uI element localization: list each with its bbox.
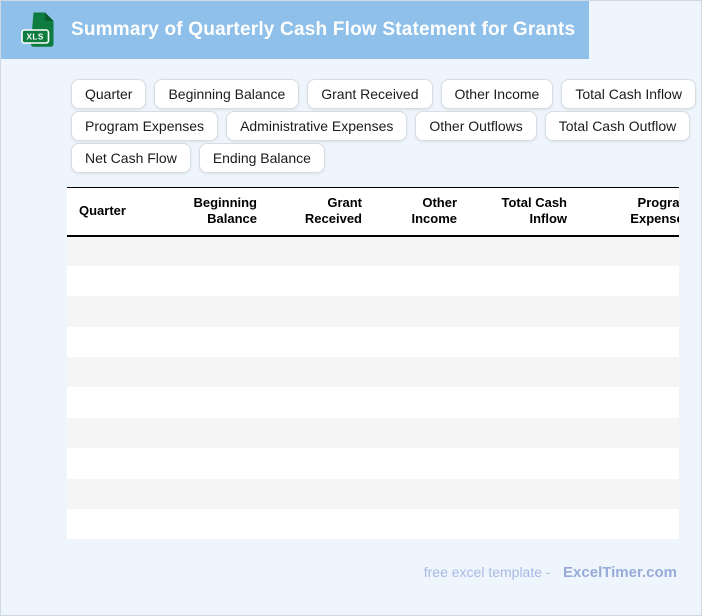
table-cell — [368, 326, 463, 358]
column-chip-administrative-expenses[interactable]: Administrative Expenses — [226, 111, 408, 141]
page-title: Summary of Quarterly Cash Flow Statement… — [71, 19, 576, 40]
table-row — [67, 509, 679, 540]
table-cell — [67, 478, 167, 510]
table-cell — [573, 326, 679, 358]
column-chip-quarter[interactable]: Quarter — [71, 79, 147, 109]
table-scroll-area[interactable]: Quarter Beginning Balance Grant Received Ot… — [67, 187, 679, 540]
table-cell — [463, 509, 573, 540]
table-cell — [263, 357, 368, 388]
column-chip-list: Quarter Beginning Balance Grant Received Ot… — [71, 79, 701, 173]
column-chip-other-outflows[interactable]: Other Outflows — [415, 111, 537, 141]
table-cell — [263, 387, 368, 418]
column-chip-total-cash-inflow[interactable]: Total Cash Inflow — [561, 79, 696, 109]
table-cell — [167, 296, 263, 327]
table-row — [67, 417, 679, 449]
table-cell — [167, 265, 263, 297]
table-row — [67, 265, 679, 297]
column-chip-net-cash-flow[interactable]: Net Cash Flow — [71, 143, 191, 173]
table-cell — [368, 265, 463, 297]
table-cell — [368, 235, 463, 266]
table-cell — [167, 448, 263, 479]
table-cell — [463, 387, 573, 418]
column-chip-grant-received[interactable]: Grant Received — [307, 79, 433, 109]
table-cell — [67, 326, 167, 358]
table-cell — [368, 417, 463, 449]
table-cell — [573, 235, 679, 266]
table-row — [67, 448, 679, 479]
column-chip-program-expenses[interactable]: Program Expenses — [71, 111, 219, 141]
table-row — [67, 387, 679, 418]
table-cell — [368, 357, 463, 388]
table-cell — [67, 296, 167, 327]
table-cell — [67, 509, 167, 540]
table-cell — [573, 417, 679, 449]
table-cell — [368, 387, 463, 418]
column-header-quarter: Quarter — [67, 187, 167, 237]
table-cell — [67, 417, 167, 449]
table-cell — [573, 265, 679, 297]
table-cell — [263, 448, 368, 479]
table-cell — [573, 509, 679, 540]
table-row — [67, 326, 679, 358]
table-cell — [263, 509, 368, 540]
table-cell — [573, 448, 679, 479]
table-cell — [167, 509, 263, 540]
xls-icon-label: XLS — [26, 33, 43, 42]
column-header-beginning-balance: Beginning Balance — [167, 187, 263, 237]
table-cell — [263, 326, 368, 358]
table-cell — [263, 296, 368, 327]
table-cell — [167, 387, 263, 418]
table-cell — [573, 387, 679, 418]
table-cell — [368, 478, 463, 510]
table-cell — [67, 387, 167, 418]
table-cell — [167, 357, 263, 388]
table-cell — [573, 357, 679, 388]
footer-text: free excel template - — [423, 564, 551, 581]
column-chip-other-income[interactable]: Other Income — [440, 79, 554, 109]
table-cell — [368, 448, 463, 479]
footer: free excel template - ExcelTimer.com — [1, 564, 701, 582]
footer-brand-link[interactable]: ExcelTimer.com — [563, 564, 677, 581]
table-cell — [167, 417, 263, 449]
column-header-other-income: Other Income — [368, 187, 463, 237]
xls-file-icon: XLS — [21, 12, 54, 47]
table-cell — [167, 478, 263, 510]
table-cell — [463, 265, 573, 297]
table-cell — [463, 235, 573, 266]
table-cell — [573, 478, 679, 510]
column-chip-ending-balance[interactable]: Ending Balance — [198, 143, 325, 173]
column-header-total-cash-inflow: Total Cash Inflow — [463, 187, 573, 237]
table-header-row: Quarter Beginning Balance Grant Received Ot… — [67, 187, 679, 237]
table-cell — [263, 478, 368, 510]
table-cell — [368, 296, 463, 327]
table-cell — [463, 326, 573, 358]
column-header-program-expenses: Program Expenses — [573, 187, 679, 237]
table-cell — [573, 296, 679, 327]
table-cell — [368, 509, 463, 540]
table-cell — [67, 235, 167, 266]
table-cell — [463, 417, 573, 449]
table-cell — [67, 265, 167, 297]
table-row — [67, 235, 679, 266]
table-cell — [167, 326, 263, 358]
table-cell — [463, 448, 573, 479]
table-row — [67, 296, 679, 327]
table-cell — [463, 296, 573, 327]
table-row — [67, 478, 679, 510]
title-bar: XLS Summary of Quarterly Cash Flow State… — [1, 1, 589, 59]
cash-flow-table: Quarter Beginning Balance Grant Received Ot… — [67, 187, 679, 540]
table-cell — [263, 235, 368, 266]
table-cell — [67, 357, 167, 388]
table-cell — [167, 235, 263, 266]
table-cell — [463, 478, 573, 510]
table-cell — [463, 357, 573, 388]
table-cell — [263, 265, 368, 297]
table-cell — [263, 417, 368, 449]
page: XLS Summary of Quarterly Cash Flow State… — [0, 0, 702, 616]
column-chip-total-cash-outflow[interactable]: Total Cash Outflow — [544, 111, 691, 141]
table-row — [67, 357, 679, 388]
column-header-grant-received: Grant Received — [263, 187, 368, 237]
table-cell — [67, 448, 167, 479]
column-chip-beginning-balance[interactable]: Beginning Balance — [154, 79, 300, 109]
